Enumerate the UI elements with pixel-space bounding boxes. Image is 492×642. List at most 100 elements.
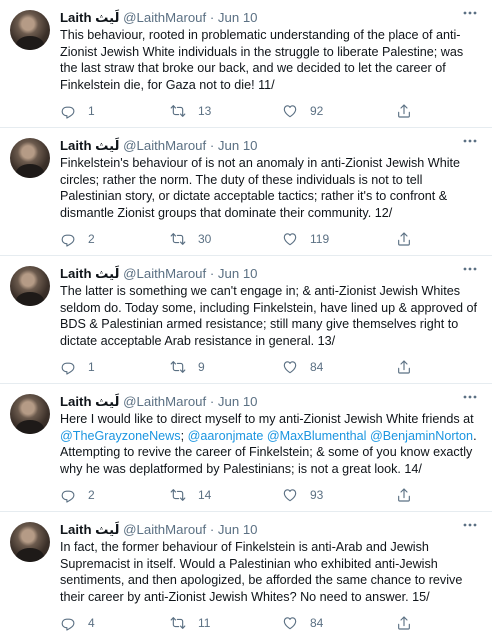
- display-name[interactable]: Laith لَيث: [60, 138, 119, 153]
- more-icon[interactable]: [462, 134, 478, 151]
- like-button[interactable]: 84: [282, 358, 323, 376]
- separator-dot: ·: [206, 394, 218, 409]
- tweet-text-segment: Here I would like to direct myself to my…: [60, 412, 474, 426]
- tweet-header: Laith لَيث @LaithMarouf · Jun 10: [60, 393, 258, 411]
- separator-dot: ·: [206, 10, 218, 25]
- reply-icon: [60, 103, 76, 119]
- timestamp[interactable]: Jun 10: [218, 522, 258, 537]
- avatar[interactable]: [10, 394, 50, 434]
- display-name[interactable]: Laith لَيث: [60, 266, 119, 281]
- more-icon[interactable]: [462, 390, 478, 407]
- timestamp[interactable]: Jun 10: [218, 266, 258, 281]
- reply-button[interactable]: 2: [60, 486, 95, 504]
- tweet-text: This behaviour, rooted in problematic un…: [60, 28, 464, 92]
- reply-icon: [60, 615, 76, 631]
- like-count: 93: [310, 488, 324, 502]
- reply-button[interactable]: 1: [60, 358, 95, 376]
- retweet-button[interactable]: 30: [170, 230, 211, 248]
- tweet-header: Laith لَيث @LaithMarouf · Jun 10: [60, 137, 258, 155]
- display-name[interactable]: Laith لَيث: [60, 522, 119, 537]
- share-button[interactable]: [396, 486, 412, 504]
- reply-count: 2: [88, 488, 95, 502]
- reply-count: 2: [88, 232, 95, 246]
- mention-link[interactable]: @aaronjmate: [188, 429, 264, 443]
- like-count: 84: [310, 616, 324, 630]
- heart-icon: [282, 231, 298, 247]
- more-icon[interactable]: [462, 518, 478, 535]
- retweet-button[interactable]: 14: [170, 486, 211, 504]
- tweet-actions: 2 30 119: [60, 230, 480, 248]
- retweet-icon: [170, 359, 186, 375]
- reply-count: 1: [88, 104, 95, 118]
- tweet-text: Finkelstein's behaviour of is not an ano…: [60, 156, 460, 220]
- retweet-icon: [170, 487, 186, 503]
- reply-button[interactable]: 1: [60, 102, 95, 120]
- mention-link[interactable]: @TheGrayzoneNews: [60, 429, 181, 443]
- retweet-icon: [170, 615, 186, 631]
- separator-dot: ·: [206, 522, 218, 537]
- like-count: 92: [310, 104, 324, 118]
- like-count: 84: [310, 360, 324, 374]
- retweet-count: 30: [198, 232, 212, 246]
- display-name[interactable]: Laith لَيث: [60, 394, 119, 409]
- handle[interactable]: @LaithMarouf: [123, 522, 206, 537]
- like-button[interactable]: 92: [282, 102, 323, 120]
- like-button[interactable]: 93: [282, 486, 323, 504]
- share-icon: [396, 231, 412, 247]
- retweet-button[interactable]: 9: [170, 358, 205, 376]
- more-icon[interactable]: [462, 262, 478, 279]
- share-icon: [396, 359, 412, 375]
- retweet-button[interactable]: 13: [170, 102, 211, 120]
- mention-link[interactable]: @BenjaminNorton: [370, 429, 473, 443]
- tweet[interactable]: Laith لَيث @LaithMarouf · Jun 10 Finkels…: [0, 128, 492, 256]
- tweet-header: Laith لَيث @LaithMarouf · Jun 10: [60, 521, 258, 539]
- tweet[interactable]: Laith لَيث @LaithMarouf · Jun 10 This be…: [0, 0, 492, 128]
- mention-link[interactable]: @MaxBlumenthal: [267, 429, 367, 443]
- retweet-count: 11: [198, 616, 211, 630]
- handle[interactable]: @LaithMarouf: [123, 394, 206, 409]
- timeline: Laith لَيث @LaithMarouf · Jun 10 This be…: [0, 0, 492, 642]
- avatar[interactable]: [10, 522, 50, 562]
- tweet-actions: 1 13 92: [60, 102, 480, 120]
- share-button[interactable]: [396, 614, 412, 632]
- more-icon[interactable]: [462, 6, 478, 23]
- separator-dot: ·: [206, 138, 218, 153]
- timestamp[interactable]: Jun 10: [218, 10, 258, 25]
- display-name[interactable]: Laith لَيث: [60, 10, 119, 25]
- handle[interactable]: @LaithMarouf: [123, 10, 206, 25]
- like-button[interactable]: 84: [282, 614, 323, 632]
- share-button[interactable]: [396, 358, 412, 376]
- timestamp[interactable]: Jun 10: [218, 394, 258, 409]
- tweet-header: Laith لَيث @LaithMarouf · Jun 10: [60, 9, 258, 27]
- retweet-button[interactable]: 11: [170, 614, 210, 632]
- tweet[interactable]: Laith لَيث @LaithMarouf · Jun 10 The lat…: [0, 256, 492, 384]
- heart-icon: [282, 487, 298, 503]
- heart-icon: [282, 615, 298, 631]
- tweet-text: In fact, the former behaviour of Finkels…: [60, 540, 463, 604]
- heart-icon: [282, 103, 298, 119]
- share-icon: [396, 103, 412, 119]
- retweet-count: 14: [198, 488, 212, 502]
- share-button[interactable]: [396, 230, 412, 248]
- tweet[interactable]: Laith لَيث @LaithMarouf · Jun 10 In fact…: [0, 512, 492, 642]
- reply-icon: [60, 359, 76, 375]
- share-icon: [396, 487, 412, 503]
- avatar[interactable]: [10, 10, 50, 50]
- handle[interactable]: @LaithMarouf: [123, 266, 206, 281]
- retweet-icon: [170, 103, 186, 119]
- tweet[interactable]: Laith لَيث @LaithMarouf · Jun 10 Here I …: [0, 384, 492, 512]
- tweet-actions: 1 9 84: [60, 358, 480, 376]
- tweet-text: Here I would like to direct myself to my…: [60, 411, 480, 477]
- tweet-actions: 2 14 93: [60, 486, 480, 504]
- timestamp[interactable]: Jun 10: [218, 138, 258, 153]
- avatar[interactable]: [10, 138, 50, 178]
- reply-icon: [60, 231, 76, 247]
- reply-button[interactable]: 4: [60, 614, 95, 632]
- avatar[interactable]: [10, 266, 50, 306]
- reply-button[interactable]: 2: [60, 230, 95, 248]
- separator-dot: ·: [206, 266, 218, 281]
- like-button[interactable]: 119: [282, 230, 329, 248]
- share-button[interactable]: [396, 102, 412, 120]
- tweet-actions: 4 11 84: [60, 614, 480, 632]
- handle[interactable]: @LaithMarouf: [123, 138, 206, 153]
